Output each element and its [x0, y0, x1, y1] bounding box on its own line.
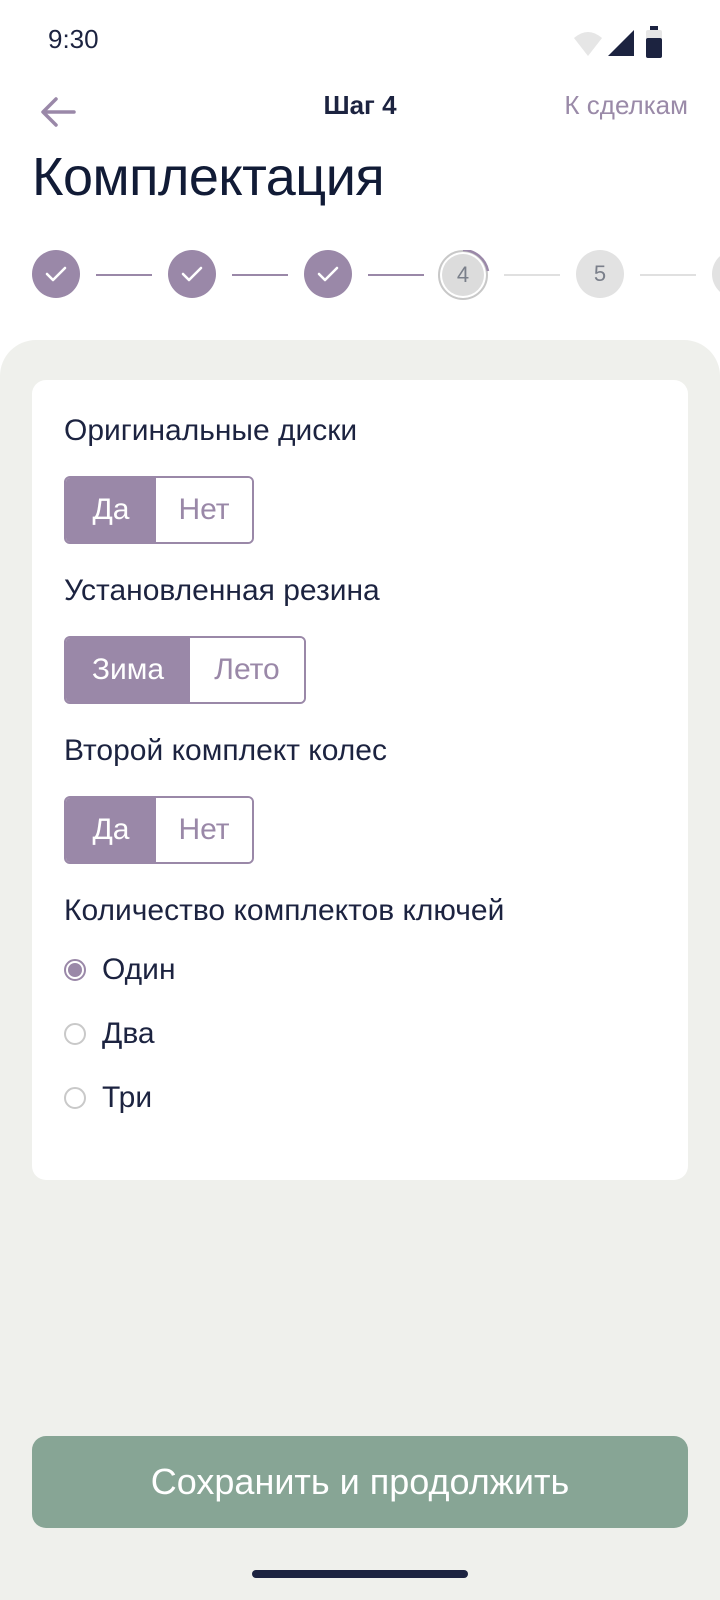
radio-button-checked[interactable]	[64, 959, 86, 981]
second-wheel-set-label: Второй комплект колес	[64, 734, 387, 767]
progress-stepper: 4 5	[0, 250, 720, 302]
tires-label: Установленная резина	[64, 574, 380, 607]
original-wheels-toggle: Да Нет	[64, 476, 254, 544]
key-sets-option-two[interactable]: Два	[64, 1012, 155, 1056]
step-connector	[232, 274, 288, 276]
save-and-continue-button[interactable]: Сохранить и продолжить	[32, 1436, 688, 1528]
equipment-form-card: Оригинальные диски Да Нет Установленная …	[32, 380, 688, 1180]
home-indicator	[252, 1570, 468, 1578]
step-3[interactable]	[304, 250, 352, 298]
step-5[interactable]: 5	[576, 250, 624, 298]
step-1[interactable]	[32, 250, 80, 298]
to-deals-link[interactable]: К сделкам	[564, 90, 688, 121]
wifi-icon	[574, 32, 602, 56]
step-connector	[640, 274, 696, 276]
step-number: 5	[593, 261, 607, 286]
step-2[interactable]	[168, 250, 216, 298]
page-title: Комплектация	[32, 147, 385, 207]
key-sets-option-one[interactable]: Один	[64, 948, 176, 992]
check-icon	[181, 266, 203, 282]
check-icon	[45, 266, 67, 282]
status-time: 9:30	[48, 24, 99, 54]
radio-button[interactable]	[64, 1023, 86, 1045]
step-connector	[368, 274, 424, 276]
radio-label: Два	[102, 1017, 155, 1050]
key-sets-label: Количество комплектов ключей	[64, 894, 505, 927]
step-connector	[504, 274, 560, 276]
signal-icon	[608, 30, 634, 56]
original-wheels-no-button[interactable]: Нет	[156, 478, 252, 542]
step-6[interactable]	[712, 250, 720, 298]
original-wheels-yes-button[interactable]: Да	[66, 478, 156, 542]
check-icon	[317, 266, 339, 282]
tires-winter-button[interactable]: Зима	[66, 638, 190, 702]
status-icons	[574, 26, 662, 58]
step-progress-arc	[462, 250, 490, 272]
radio-button[interactable]	[64, 1087, 86, 1109]
second-wheel-set-no-button[interactable]: Нет	[156, 798, 252, 862]
tires-toggle: Зима Лето	[64, 636, 306, 704]
second-wheel-set-toggle: Да Нет	[64, 796, 254, 864]
radio-label: Три	[102, 1081, 153, 1114]
second-wheel-set-yes-button[interactable]: Да	[66, 798, 156, 862]
radio-label: Один	[102, 953, 176, 986]
status-bar: 9:30	[0, 0, 720, 80]
battery-icon	[646, 26, 662, 58]
key-sets-option-three[interactable]: Три	[64, 1076, 152, 1120]
original-wheels-label: Оригинальные диски	[64, 414, 358, 447]
tires-summer-button[interactable]: Лето	[190, 638, 304, 702]
app-bar: Шаг 4 К сделкам	[0, 80, 720, 156]
step-connector	[96, 274, 152, 276]
